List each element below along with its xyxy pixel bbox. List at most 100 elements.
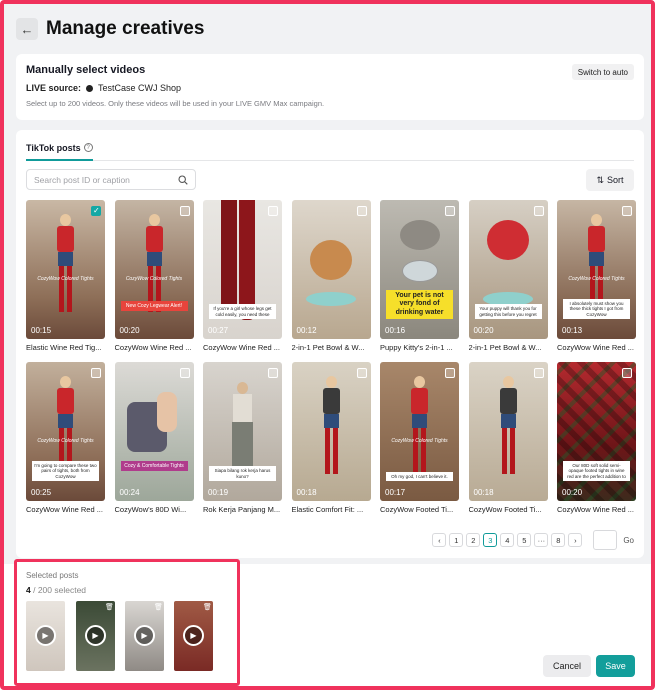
page-button[interactable]: 1 [449, 533, 464, 547]
post-watermark: CozyWow Colored Tights [125, 276, 183, 283]
figure-body [322, 388, 340, 414]
post-card[interactable]: Your pet is not very fond of drinking wa… [380, 200, 459, 352]
post-name: CozyWow's 80D Wi... [114, 505, 187, 514]
figure-head [148, 214, 160, 226]
post-checkbox[interactable] [622, 206, 632, 216]
post-checkbox[interactable] [91, 368, 101, 378]
manual-select-card: Manually select videos LIVE source: Test… [16, 54, 644, 120]
selected-thumb[interactable]: ▶ 🗑 [174, 601, 213, 671]
post-thumbnail[interactable]: 00:18 [468, 362, 548, 501]
sort-icon: ⇅ [596, 174, 605, 185]
post-thumbnail[interactable]: If you're a girl whose legs get cold eas… [203, 200, 282, 339]
post-thumbnail[interactable]: Cozy & Comfortable Tights 00:24 [114, 362, 194, 501]
post-checkbox[interactable] [622, 368, 632, 378]
page-ellipsis[interactable]: ··· [534, 533, 549, 547]
post-thumbnail[interactable]: Siapa bilang rok kerja harus kuno? 00:19 [203, 362, 282, 501]
trash-icon[interactable]: 🗑 [105, 603, 114, 612]
post-thumbnail[interactable]: Our 80D soft solid semi-opaque footed ti… [557, 362, 636, 501]
page-button[interactable]: 2 [466, 533, 481, 547]
tab-tiktok-posts[interactable]: TikTok posts ? [26, 143, 93, 161]
post-checkbox[interactable] [268, 206, 278, 216]
dog-body [309, 240, 352, 280]
page-button[interactable]: 4 [500, 533, 515, 547]
post-thumbnail[interactable]: Your puppy will thank you for getting th… [468, 200, 548, 339]
post-checkbox[interactable] [533, 368, 544, 378]
tab-label: TikTok posts [26, 143, 81, 153]
post-thumbnail[interactable]: 00:12 [291, 200, 371, 339]
chevron-right-icon[interactable]: › [568, 533, 583, 547]
post-name: Puppy Kitty's 2-in-1 ... [380, 343, 453, 352]
save-button[interactable]: Save [596, 655, 635, 677]
chevron-left-icon[interactable]: ‹ [432, 533, 447, 547]
page-button-current[interactable]: 3 [483, 533, 498, 547]
post-card[interactable]: CozyWow Colored Tights 00:15 Elastic Wine … [26, 200, 105, 352]
post-thumbnail[interactable]: 00:18 [291, 362, 371, 501]
cancel-button[interactable]: Cancel [543, 655, 591, 677]
post-checkbox[interactable] [179, 368, 190, 378]
post-checkbox[interactable] [445, 368, 455, 378]
help-icon[interactable]: ? [83, 143, 93, 152]
post-checkbox[interactable] [268, 368, 278, 378]
page-button[interactable]: 5 [517, 533, 532, 547]
post-checkbox[interactable] [179, 206, 190, 216]
post-caption-overlay: Cozy & Comfortable Tights [120, 461, 188, 471]
post-card[interactable]: 00:18 Elastic Comfort Fit: ... [291, 362, 371, 514]
live-source-label: LIVE source: [26, 83, 82, 93]
play-icon[interactable]: ▶ [183, 625, 204, 646]
post-duration: 00:18 [296, 488, 317, 497]
post-checkbox[interactable] [91, 206, 101, 216]
back-button[interactable]: ← [16, 18, 38, 40]
post-card[interactable]: CozyWow Colored Tights I'm going to compa… [26, 362, 105, 514]
post-caption-overlay: I absolutely must show you these thick t… [563, 298, 630, 319]
post-card[interactable]: CozyWow Colored Tights Oh my god, I can't… [380, 362, 459, 514]
selected-count-total: / 200 selected [30, 585, 87, 595]
play-icon[interactable]: ▶ [134, 625, 155, 646]
cat-body [400, 220, 440, 250]
post-card[interactable]: Cozy & Comfortable Tights 00:24 CozyWow's … [114, 362, 194, 514]
manual-select-title: Manually select videos [26, 64, 146, 76]
post-checkbox[interactable] [356, 368, 367, 378]
post-card[interactable]: CozyWow Colored Tights New Cozy Legwear A… [114, 200, 194, 352]
post-card[interactable]: Your puppy will thank you for getting th… [468, 200, 548, 352]
post-card[interactable]: CozyWow Colored Tights I absolutely must … [557, 200, 636, 352]
post-card[interactable]: 00:18 CozyWow Footed Ti... [468, 362, 548, 514]
figure-leg [421, 428, 426, 474]
post-card[interactable]: If you're a girl whose legs get cold eas… [203, 200, 282, 352]
figure-body [588, 226, 605, 252]
post-thumbnail[interactable]: CozyWow Colored Tights 00:15 [26, 200, 105, 339]
figure-skirt [412, 414, 427, 428]
selected-thumb[interactable]: ▶ 🗑 [76, 601, 115, 671]
play-icon[interactable]: ▶ [35, 625, 56, 646]
post-thumbnail[interactable]: CozyWow Colored Tights I'm going to compa… [26, 362, 105, 501]
post-watermark: CozyWow Colored Tights [391, 438, 448, 445]
post-name: CozyWow Wine Red ... [26, 505, 103, 514]
figure-head [60, 214, 71, 226]
post-name: Rok Kerja Panjang M... [203, 505, 281, 514]
go-label[interactable]: Go [623, 536, 634, 545]
trash-icon[interactable]: 🗑 [154, 603, 163, 612]
switch-to-auto-button[interactable]: Switch to auto [571, 64, 634, 80]
selected-thumb[interactable]: ▶ 🗑 [125, 601, 164, 671]
search-box [26, 169, 196, 190]
sort-button[interactable]: ⇅ Sort [586, 169, 634, 191]
post-thumbnail[interactable]: Your pet is not very fond of drinking wa… [380, 200, 459, 339]
figure-leg [413, 428, 418, 474]
post-card[interactable]: Siapa bilang rok kerja harus kuno? 00:19 R… [203, 362, 282, 514]
post-card[interactable]: Our 80D soft solid semi-opaque footed ti… [557, 362, 636, 514]
post-checkbox[interactable] [356, 206, 367, 216]
post-checkbox[interactable] [445, 206, 455, 216]
trash-icon[interactable]: 🗑 [203, 603, 212, 612]
search-input[interactable] [34, 174, 169, 185]
selected-thumb[interactable]: ▶ [26, 601, 65, 671]
search-icon[interactable] [178, 174, 188, 185]
post-thumbnail[interactable]: CozyWow Colored Tights New Cozy Legwear A… [114, 200, 194, 339]
page-jump-input[interactable] [593, 530, 618, 550]
selected-posts-title: Selected posts [26, 571, 79, 580]
post-checkbox[interactable] [533, 206, 544, 216]
page-button[interactable]: 8 [551, 533, 566, 547]
post-thumbnail[interactable]: CozyWow Colored Tights Oh my god, I can't… [380, 362, 459, 501]
post-card[interactable]: 00:12 2-in-1 Pet Bowl & W... [291, 200, 371, 352]
play-icon[interactable]: ▶ [85, 625, 106, 646]
post-thumbnail[interactable]: CozyWow Colored Tights I absolutely must … [557, 200, 636, 339]
post-duration: 00:15 [31, 326, 52, 335]
